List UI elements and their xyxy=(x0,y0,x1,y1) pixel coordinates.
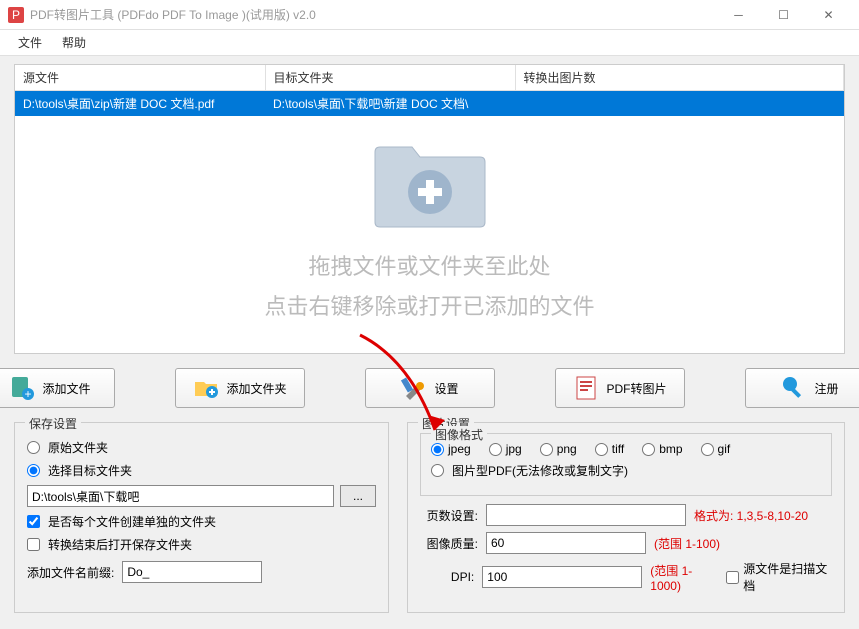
convert-button[interactable]: PDF转图片 xyxy=(555,368,685,408)
col-count[interactable]: 转换出图片数 xyxy=(515,65,844,91)
svg-text:+: + xyxy=(25,387,32,401)
target-path-input[interactable] xyxy=(27,485,334,507)
radio-jpeg[interactable]: jpeg xyxy=(431,442,471,456)
radio-tiff[interactable]: tiff xyxy=(595,442,624,456)
check-scan-source[interactable]: 源文件是扫描文档 xyxy=(726,560,832,594)
dropzone-text-1: 拖拽文件或文件夹至此处 xyxy=(308,247,550,287)
pages-label: 页数设置: xyxy=(420,507,478,524)
radio-original-folder[interactable]: 原始文件夹 xyxy=(27,439,376,456)
browse-button[interactable]: ... xyxy=(340,485,376,507)
add-folder-icon xyxy=(192,374,220,402)
cell-target: D:\tools\桌面\下载吧\新建 DOC 文档\ xyxy=(265,91,515,117)
add-file-icon: + xyxy=(8,374,36,402)
menu-help[interactable]: 帮助 xyxy=(52,30,96,55)
save-legend: 保存设置 xyxy=(25,415,81,432)
window-title: PDF转图片工具 (PDFdo PDF To Image )(试用版) v2.0 xyxy=(30,6,716,23)
pages-hint: 格式为: 1,3,5-8,10-20 xyxy=(694,507,808,524)
folder-plus-icon xyxy=(370,132,490,232)
format-legend: 图像格式 xyxy=(431,426,487,443)
col-target[interactable]: 目标文件夹 xyxy=(265,65,515,91)
svg-text:P: P xyxy=(12,8,20,22)
register-button[interactable]: 注册 xyxy=(745,368,859,408)
menu-file[interactable]: 文件 xyxy=(8,30,52,55)
menu-bar: 文件 帮助 xyxy=(0,30,859,56)
radio-jpg[interactable]: jpg xyxy=(489,442,522,456)
dpi-label: DPI: xyxy=(420,570,474,584)
dpi-hint: (范围 1-1000) xyxy=(650,562,718,593)
add-folder-button[interactable]: 添加文件夹 xyxy=(175,368,305,408)
format-group: 图像格式 jpeg jpg png tiff bmp gif 图片型PDF(无法… xyxy=(420,433,832,496)
dropzone-text-2: 点击右键移除或打开已添加的文件 xyxy=(264,287,594,327)
convert-icon xyxy=(572,374,600,402)
quality-input[interactable] xyxy=(486,532,646,554)
add-file-button[interactable]: + 添加文件 xyxy=(0,368,115,408)
image-settings-group: 图片设置 图像格式 jpeg jpg png tiff bmp gif 图片型P… xyxy=(407,422,845,613)
app-icon: P xyxy=(8,7,24,23)
radio-gif[interactable]: gif xyxy=(701,442,731,456)
check-separate-folder[interactable]: 是否每个文件创建单独的文件夹 xyxy=(27,513,376,530)
close-button[interactable]: ✕ xyxy=(806,0,851,30)
pages-input[interactable] xyxy=(486,504,686,526)
register-icon xyxy=(780,374,808,402)
radio-image-pdf[interactable]: 图片型PDF(无法修改或复制文字) xyxy=(431,462,821,479)
prefix-input[interactable] xyxy=(122,561,262,583)
cell-count xyxy=(515,91,844,117)
quality-hint: (范围 1-100) xyxy=(654,535,720,552)
minimize-button[interactable]: ─ xyxy=(716,0,761,30)
quality-label: 图像质量: xyxy=(420,535,478,552)
table-row[interactable]: D:\tools\桌面\zip\新建 DOC 文档.pdf D:\tools\桌… xyxy=(15,91,844,117)
col-source[interactable]: 源文件 xyxy=(15,65,265,91)
file-list[interactable]: 源文件 目标文件夹 转换出图片数 D:\tools\桌面\zip\新建 DOC … xyxy=(14,64,845,354)
dpi-input[interactable] xyxy=(482,566,642,588)
radio-target-folder[interactable]: 选择目标文件夹 xyxy=(27,462,376,479)
dropzone: 拖拽文件或文件夹至此处 点击右键移除或打开已添加的文件 xyxy=(15,105,844,353)
radio-png[interactable]: png xyxy=(540,442,577,456)
title-bar: P PDF转图片工具 (PDFdo PDF To Image )(试用版) v2… xyxy=(0,0,859,30)
save-settings-group: 保存设置 原始文件夹 选择目标文件夹 ... 是否每个文件创建单独的文件夹 转换… xyxy=(14,422,389,613)
settings-button[interactable]: 设置 xyxy=(365,368,495,408)
cell-source: D:\tools\桌面\zip\新建 DOC 文档.pdf xyxy=(15,91,265,117)
settings-icon xyxy=(400,374,428,402)
maximize-button[interactable]: ☐ xyxy=(761,0,806,30)
toolbar: + 添加文件 添加文件夹 设置 PDF转图片 注册 xyxy=(14,354,845,422)
prefix-label: 添加文件名前缀: xyxy=(27,564,114,581)
check-open-folder[interactable]: 转换结束后打开保存文件夹 xyxy=(27,536,376,553)
radio-bmp[interactable]: bmp xyxy=(642,442,682,456)
